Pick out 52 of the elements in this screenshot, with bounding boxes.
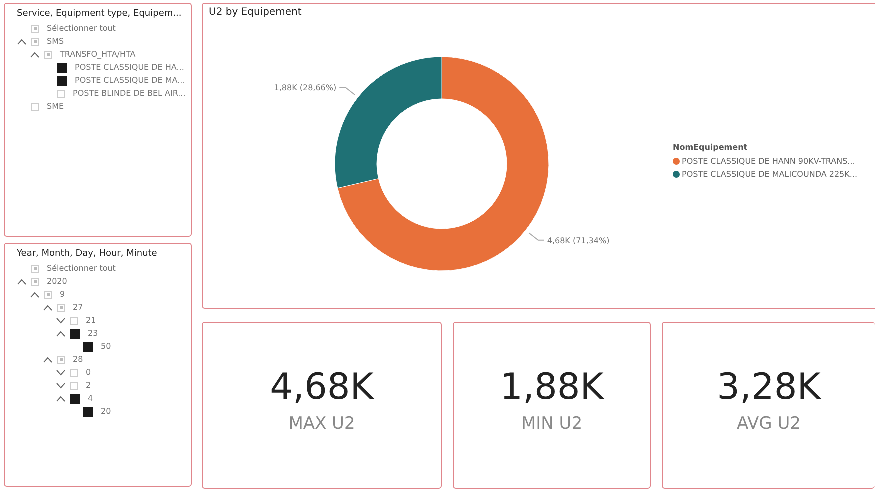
tree-item-label[interactable]: 21 (86, 316, 96, 325)
data-label: 1,88K (28,66%) (274, 84, 337, 93)
slicer-title: Year, Month, Day, Hour, Minute (17, 249, 158, 259)
checkbox[interactable] (57, 76, 67, 86)
tree-item-label[interactable]: SME (47, 102, 64, 111)
tree-item-label[interactable]: 27 (73, 303, 84, 312)
tree-item-label[interactable]: 2 (86, 381, 92, 390)
legend-label: POSTE CLASSIQUE DE MALICOUNDA 225K... (682, 170, 858, 179)
collapse-chevron-icon[interactable] (56, 396, 66, 402)
tree-item-label[interactable]: 28 (73, 355, 84, 364)
expand-chevron-icon[interactable] (56, 318, 66, 324)
tree-item-label[interactable]: 2020 (47, 277, 68, 286)
checkbox[interactable] (83, 406, 93, 416)
tree-item-label[interactable]: Sélectionner tout (47, 264, 116, 273)
collapse-chevron-icon[interactable] (30, 52, 40, 58)
tree-item-label[interactable]: 0 (86, 368, 92, 377)
legend-label: POSTE CLASSIQUE DE HANN 90KV-TRANS... (682, 157, 856, 166)
collapse-chevron-icon[interactable] (43, 304, 53, 310)
tree-item-label[interactable]: POSTE CLASSIQUE DE HA... (75, 63, 184, 72)
collapse-chevron-icon[interactable] (30, 292, 40, 298)
leader-line (528, 232, 545, 241)
tree-item-label[interactable]: 9 (60, 290, 66, 299)
kpi-value: 4,68K (270, 367, 374, 408)
tree-item-label[interactable]: Sélectionner tout (47, 24, 116, 33)
data-label: 4,68K (71,34%) (547, 236, 610, 246)
collapse-chevron-icon[interactable] (17, 278, 27, 284)
collapse-chevron-icon[interactable] (17, 38, 27, 44)
tree-item-label[interactable]: 4 (88, 394, 94, 403)
checkbox[interactable] (70, 328, 80, 338)
collapse-chevron-icon[interactable] (43, 356, 53, 362)
tree-item-label[interactable]: TRANSFO_HTA/HTA (60, 50, 136, 59)
expand-chevron-icon[interactable] (56, 382, 66, 388)
checkbox[interactable] (57, 62, 67, 72)
kpi-label: MAX U2 (288, 414, 356, 434)
tree-item-label[interactable]: 50 (101, 342, 112, 351)
kpi-label: AVG U2 (736, 414, 801, 434)
expand-chevron-icon[interactable] (56, 370, 66, 376)
kpi-value: 1,88K (500, 367, 604, 408)
tree-item-label[interactable]: 23 (88, 329, 98, 338)
leader-line (339, 87, 356, 96)
tree-item-label[interactable]: POSTE BLINDE DE BEL AIR... (73, 89, 186, 98)
tree-item-label[interactable]: POSTE CLASSIQUE DE MA... (75, 76, 186, 85)
checkbox[interactable] (83, 342, 93, 352)
slicer-title: Service, Equipment type, Equipem... (17, 9, 183, 19)
collapse-chevron-icon[interactable] (56, 330, 66, 336)
kpi-value: 3,28K (717, 367, 821, 408)
kpi-label: MIN U2 (521, 414, 583, 434)
chart-title: U2 by Equipement (209, 7, 302, 18)
legend-title: NomEquipement (673, 143, 749, 152)
checkbox[interactable] (70, 394, 80, 404)
tree-item-label[interactable]: 20 (101, 407, 112, 416)
tree-item-label[interactable]: SMS (47, 37, 64, 46)
